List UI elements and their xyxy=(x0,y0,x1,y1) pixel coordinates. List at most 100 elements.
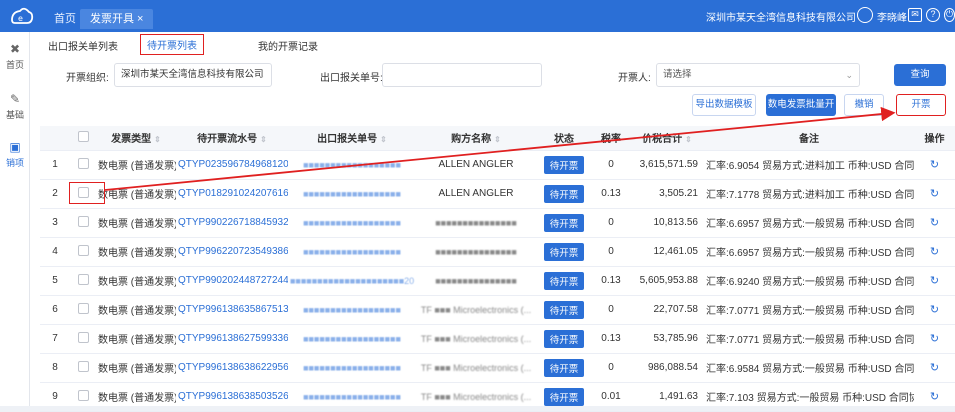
row-select[interactable] xyxy=(70,237,96,267)
select-all-checkbox[interactable] xyxy=(77,130,89,142)
sidebar-item-basic[interactable]: ✎ 基础 xyxy=(0,92,30,121)
column-header-note: 备注 xyxy=(704,126,914,151)
row-checkbox[interactable] xyxy=(77,331,89,343)
row-checkbox[interactable] xyxy=(77,157,89,169)
table-row[interactable]: 9 数电票 (普通发票) QTYP9961386385035265 ■■■■■■■■■… xyxy=(40,382,955,412)
status-badge[interactable]: 待开票 xyxy=(543,213,585,232)
row-checkbox[interactable] xyxy=(77,360,89,372)
username[interactable]: 李晓峰 xyxy=(877,9,907,24)
status-badge[interactable]: 待开票 xyxy=(543,242,585,261)
status-badge[interactable]: 待开票 xyxy=(543,155,585,174)
issue-invoice-button[interactable]: 开票 xyxy=(896,94,946,116)
tab-export-list[interactable]: 出口报关单列表 xyxy=(48,38,118,53)
serial-number-link[interactable]: QTYP0235967849681201 xyxy=(176,150,288,180)
sidebar-item-home[interactable]: ✖ 首页 xyxy=(0,42,30,71)
refresh-icon[interactable]: ↻ xyxy=(930,275,939,287)
export-number-link[interactable]: ■■■■■■■■■■■■■■■■■■ xyxy=(288,237,416,267)
status-badge[interactable]: 待开票 xyxy=(543,387,585,406)
row-checkbox[interactable] xyxy=(77,215,89,227)
column-header-select[interactable] xyxy=(70,126,96,151)
refresh-icon[interactable]: ↻ xyxy=(930,188,939,200)
column-header-type[interactable]: 发票类型 ⇕ xyxy=(96,126,176,151)
tab-pending-list[interactable]: 待开票列表 xyxy=(140,34,204,55)
column-header-serial[interactable]: 待开票流水号 ⇕ xyxy=(176,126,288,151)
export-number-link[interactable]: ■■■■■■■■■■■■■■■■■■■■■20 xyxy=(288,266,416,296)
serial-number-link[interactable]: QTYP9961386358675137 xyxy=(176,295,288,325)
row-select[interactable] xyxy=(70,353,96,383)
buyer-name: TF ■■■ Microelectronics (... xyxy=(416,324,536,354)
export-template-button[interactable]: 导出数据模板 xyxy=(692,94,756,116)
status-cell: 待开票 xyxy=(536,208,592,238)
table-row[interactable]: 7 数电票 (普通发票) QTYP9961386275993361 ■■■■■■■■■… xyxy=(40,324,955,354)
table-row[interactable]: 3 数电票 (普通发票) QTYP9902267188459329 ■■■■■■■■■… xyxy=(40,208,955,238)
sidebar-item-sales[interactable]: ▣ 销项 xyxy=(0,140,30,169)
export-number-link[interactable]: ■■■■■■■■■■■■■■■■■■ xyxy=(288,353,416,383)
status-badge[interactable]: 待开票 xyxy=(543,358,585,377)
row-select[interactable] xyxy=(70,382,96,412)
tab-invoice-issue[interactable]: 发票开具 × xyxy=(80,9,154,29)
row-select[interactable] xyxy=(70,150,96,180)
table-row[interactable]: 8 数电票 (普通发票) QTYP9961386386229568 ■■■■■■■■■… xyxy=(40,353,955,383)
export-number-link[interactable]: ■■■■■■■■■■■■■■■■■■ xyxy=(288,324,416,354)
company-name[interactable]: 深圳市某天全湾信息科技有限公司 xyxy=(706,9,856,24)
refresh-icon[interactable]: ↻ xyxy=(930,391,939,403)
row-select[interactable] xyxy=(70,266,96,296)
refresh-icon[interactable]: ↻ xyxy=(930,362,939,374)
serial-number-link[interactable]: QTYP0182910242076161 xyxy=(176,179,288,209)
table-row[interactable]: 2 数电票 (普通发票) QTYP0182910242076161 ■■■■■■■■■… xyxy=(40,179,955,209)
serial-number-link[interactable]: QTYP9961386385035265 xyxy=(176,382,288,412)
export-no-input[interactable] xyxy=(382,63,542,87)
help-icon[interactable]: ? xyxy=(926,8,940,22)
tab-my-records[interactable]: 我的开票记录 xyxy=(258,38,318,53)
user-avatar-icon[interactable] xyxy=(857,7,873,23)
table-row[interactable]: 6 数电票 (普通发票) QTYP9961386358675137 ■■■■■■■■■… xyxy=(40,295,955,325)
status-badge[interactable]: 待开票 xyxy=(543,184,585,203)
serial-number-link[interactable]: QTYP9962207235493869 xyxy=(176,237,288,267)
mail-icon[interactable]: ✉ xyxy=(908,8,922,22)
refresh-icon[interactable]: ↻ xyxy=(930,304,939,316)
row-select[interactable] xyxy=(70,324,96,354)
sort-icon[interactable]: ⇕ xyxy=(380,135,387,144)
row-select[interactable] xyxy=(70,208,96,238)
batch-issue-button[interactable]: 数电发票批量开 xyxy=(766,94,836,116)
refresh-icon[interactable]: ↻ xyxy=(930,217,939,229)
action-cell: ↻ xyxy=(914,266,955,296)
export-number-link[interactable]: ■■■■■■■■■■■■■■■■■■ xyxy=(288,295,416,325)
serial-number-link[interactable]: QTYP9902267188459329 xyxy=(176,208,288,238)
row-checkbox[interactable] xyxy=(77,389,89,401)
refresh-icon[interactable]: ↻ xyxy=(930,159,939,171)
table-row[interactable]: 5 数电票 (普通发票) QTYP9902024487272449 ■■■■■■■■■… xyxy=(40,266,955,296)
sort-icon[interactable]: ⇕ xyxy=(260,135,267,144)
sort-icon[interactable]: ⇕ xyxy=(685,135,692,144)
row-checkbox[interactable] xyxy=(77,302,89,314)
power-icon[interactable]: ⏻ xyxy=(944,8,955,22)
status-badge[interactable]: 待开票 xyxy=(543,329,585,348)
status-badge[interactable]: 待开票 xyxy=(543,300,585,319)
cancel-button[interactable]: 撤销 xyxy=(844,94,884,116)
sort-icon[interactable]: ⇕ xyxy=(494,135,501,144)
tax-rate: 0 xyxy=(592,208,630,238)
query-button[interactable]: 查询 xyxy=(894,64,946,86)
table-row[interactable]: 1 数电票 (普通发票) QTYP0235967849681201 ■■■■■■■■■… xyxy=(40,150,955,180)
refresh-icon[interactable]: ↻ xyxy=(930,333,939,345)
row-checkbox[interactable] xyxy=(77,273,89,285)
serial-number-link[interactable]: QTYP9961386275993361 xyxy=(176,324,288,354)
column-header-total[interactable]: 价税合计 ⇕ xyxy=(630,126,704,151)
export-number-link[interactable]: ■■■■■■■■■■■■■■■■■■ xyxy=(288,208,416,238)
action-cell: ↻ xyxy=(914,237,955,267)
sort-icon[interactable]: ⇕ xyxy=(154,135,161,144)
column-header-buyer[interactable]: 购方名称 ⇕ xyxy=(416,126,536,151)
row-checkbox[interactable] xyxy=(77,244,89,256)
serial-number-link[interactable]: QTYP9902024487272449 xyxy=(176,266,288,296)
column-header-export[interactable]: 出口报关单号 ⇕ xyxy=(288,126,416,151)
row-select[interactable] xyxy=(70,295,96,325)
status-badge[interactable]: 待开票 xyxy=(543,271,585,290)
issuer-select[interactable]: 请选择 ⌄ xyxy=(656,63,860,87)
export-number-link[interactable]: ■■■■■■■■■■■■■■■■■■ xyxy=(288,382,416,412)
table-row[interactable]: 4 数电票 (普通发票) QTYP9962207235493869 ■■■■■■■■■… xyxy=(40,237,955,267)
serial-number-link[interactable]: QTYP9961386386229568 xyxy=(176,353,288,383)
refresh-icon[interactable]: ↻ xyxy=(930,246,939,258)
export-number-link[interactable]: ■■■■■■■■■■■■■■■■■■ xyxy=(288,150,416,180)
export-number-link[interactable]: ■■■■■■■■■■■■■■■■■■ xyxy=(288,179,416,209)
entity-select[interactable]: 深圳市某天全湾信息科技有限公司 ⌄ xyxy=(114,63,272,87)
